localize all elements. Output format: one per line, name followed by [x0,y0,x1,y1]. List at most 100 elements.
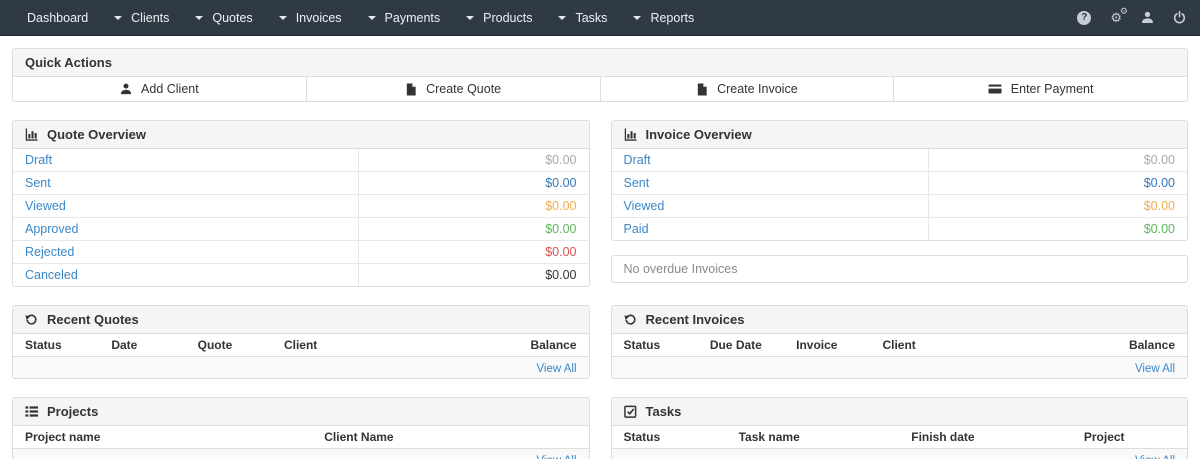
invoice-status-link-draft[interactable]: Draft [612,149,929,171]
quote-status-amount: $0.00 [358,172,588,194]
nav-label: Payments [384,10,441,25]
nav-item-reports[interactable]: Reports [620,0,707,35]
column-header-status: Status [611,334,698,357]
caret-down-icon [195,15,204,20]
overview-row: Viewed $0.00 [13,194,589,217]
add-client-button[interactable]: Add Client [13,77,307,101]
panel-title: Quote Overview [47,127,146,142]
panel-title: Quick Actions [25,55,112,70]
recent-invoices-panel: Recent Invoices Status Due Date Invoice … [610,305,1188,379]
quote-status-amount: $0.00 [358,241,588,263]
panel-title: Projects [47,404,99,419]
create-invoice-button[interactable]: Create Invoice [601,77,895,101]
top-navbar: Dashboard Clients Quotes Invoices Paymen… [0,0,1200,36]
nav-label: Quotes [212,10,253,25]
recent-quotes-heading: Recent Quotes [13,306,589,334]
quick-actions-row: Add Client Create Quote Create Invoice E… [13,77,1187,101]
panel-title: Invoice Overview [645,127,752,142]
projects-panel: Projects Project name Client Name View A… [12,397,590,459]
column-header-status: Status [611,426,727,449]
caret-down-icon [466,15,475,20]
quote-status-link-viewed[interactable]: Viewed [13,195,358,217]
file-icon [405,82,417,96]
quote-status-link-sent[interactable]: Sent [13,172,358,194]
column-header-balance: Balance [1100,334,1187,357]
check-square-icon [623,405,637,418]
quote-status-link-draft[interactable]: Draft [13,149,358,171]
invoice-status-link-sent[interactable]: Sent [612,172,929,194]
power-icon[interactable] [1173,10,1186,26]
help-icon[interactable]: ? [1077,10,1092,26]
quote-overview-table: Draft $0.00 Sent $0.00 Viewed $0.00 Appr… [13,149,589,286]
nav-item-products[interactable]: Products [453,0,545,35]
invoice-overview-cell: Invoice Overview Draft $0.00 Sent $0.00 … [610,120,1188,283]
overview-row: Draft $0.00 [612,149,1188,171]
tasks-panel: Tasks Status Task name Finish date Proje… [610,397,1188,459]
view-all-tasks-link[interactable]: View All [1135,455,1175,459]
overview-row: Paid $0.00 [611,217,1187,240]
invoice-status-link-paid[interactable]: Paid [612,218,929,240]
gear-small-glyph: ⚙ [1119,5,1128,16]
nav-item-dashboard[interactable]: Dashboard [14,0,101,35]
user-icon[interactable] [1141,10,1154,26]
main-menu: Dashboard Clients Quotes Invoices Paymen… [14,0,707,35]
nav-item-tasks[interactable]: Tasks [545,0,620,35]
projects-table: Project name Client Name View All [13,426,589,459]
history-icon [623,313,637,326]
quote-status-link-canceled[interactable]: Canceled [13,264,358,286]
view-all-quotes-link[interactable]: View All [536,363,576,375]
quote-status-link-approved[interactable]: Approved [13,218,358,240]
invoice-overview-table: Draft $0.00 Sent $0.00 Viewed $0.00 Paid… [611,149,1188,240]
quick-actions-panel: Quick Actions Add Client Create Quote Cr… [12,48,1188,102]
navbar-icon-group: ? ⚙ ⚙ [1077,6,1186,26]
overdue-notice: No overdue Invoices [610,255,1188,283]
nav-item-payments[interactable]: Payments [355,0,454,35]
panel-title: Recent Invoices [645,312,745,327]
settings-gears-icon[interactable]: ⚙ ⚙ [1110,6,1128,26]
view-all-invoices-link[interactable]: View All [1135,363,1175,375]
column-header-quote: Quote [185,334,272,357]
view-all-projects-link[interactable]: View All [536,455,576,459]
nav-label: Invoices [295,10,342,25]
nav-label: Reports [650,10,695,25]
nav-item-clients[interactable]: Clients [101,0,182,35]
file-icon [696,82,708,96]
question-glyph: ? [1077,10,1092,25]
dashboard-page: Quick Actions Add Client Create Quote Cr… [0,36,1200,459]
recent-invoices-table: Status Due Date Invoice Client Balance V… [611,334,1187,378]
column-header-status: Status [13,334,100,357]
history-icon [25,313,38,326]
invoice-status-amount: $0.00 [928,218,1187,240]
view-all-row: View All [611,356,1187,378]
view-all-row: View All [13,356,589,378]
column-header-finish-date: Finish date [899,426,1072,449]
panel-title: Recent Quotes [47,312,139,327]
overview-row: Draft $0.00 [13,149,589,171]
invoice-overview-heading: Invoice Overview [611,121,1187,149]
nav-item-invoices[interactable]: Invoices [266,0,355,35]
create-quote-button[interactable]: Create Quote [307,77,601,101]
overview-row: Sent $0.00 [611,171,1187,194]
quote-status-link-rejected[interactable]: Rejected [13,241,358,263]
panel-title: Tasks [645,404,682,419]
recent-quotes-panel: Recent Quotes Status Date Quote Client B… [12,305,590,379]
column-header-due-date: Due Date [697,334,785,357]
invoice-status-link-viewed[interactable]: Viewed [612,195,929,217]
person-icon [120,83,132,95]
nav-item-quotes[interactable]: Quotes [182,0,265,35]
overview-row: Rejected $0.00 [13,240,589,263]
enter-payment-button[interactable]: Enter Payment [894,77,1187,101]
caret-down-icon [367,15,376,20]
quote-status-amount: $0.00 [358,195,588,217]
button-label: Create Quote [426,82,502,96]
quote-status-amount: $0.00 [358,218,588,240]
quote-status-amount: $0.00 [358,264,588,286]
caret-down-icon [558,15,567,20]
column-header-project: Project [1071,426,1187,449]
column-header-client-name: Client Name [312,426,589,449]
caret-down-icon [278,15,287,20]
tasks-heading: Tasks [611,398,1187,426]
column-header-task-name: Task name [726,426,900,449]
tasks-table: Status Task name Finish date Project Vie… [611,426,1187,459]
credit-card-icon [988,83,1002,95]
